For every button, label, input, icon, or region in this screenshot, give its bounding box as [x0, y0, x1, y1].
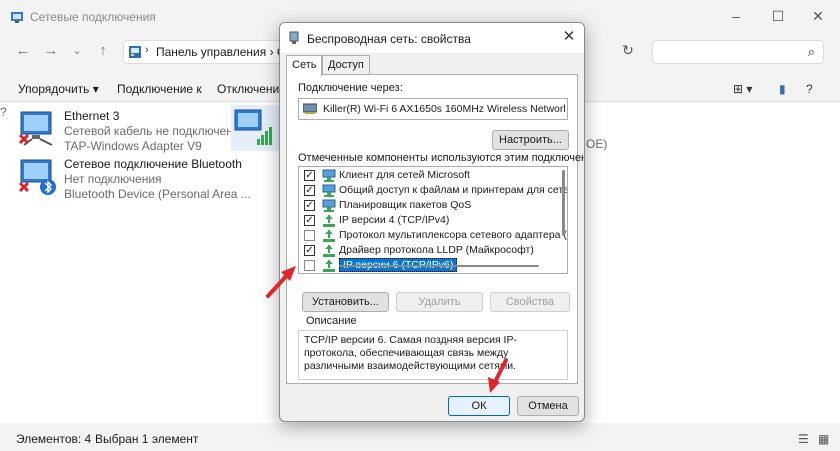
components-label: Отмеченные компоненты используются этим …: [298, 152, 585, 164]
maximize-icon[interactable]: ☐: [770, 8, 786, 24]
description-title: Описание: [304, 315, 359, 327]
component-checkbox[interactable]: ✓: [304, 200, 315, 211]
selection-count: Выбран 1 элемент: [95, 432, 199, 446]
network-service-icon: [322, 184, 336, 197]
component-checkbox[interactable]: ✓: [304, 215, 315, 226]
description-text: TCP/IP версии 6. Самая поздняя версия IP…: [304, 334, 517, 372]
search-icon: ⌕: [807, 44, 815, 59]
adapter-name: Killer(R) Wi-Fi 6 AX1650s 160MHz Wireles…: [323, 103, 565, 115]
remove-button[interactable]: Удалить: [396, 292, 483, 312]
connection-device: Bluetooth Device (Personal Area ...: [64, 187, 251, 201]
control-panel-icon: [129, 46, 141, 58]
configure-button[interactable]: Настроить...: [492, 130, 569, 150]
component-checkbox[interactable]: [304, 260, 315, 271]
network-adapter-icon: [289, 31, 299, 44]
refresh-icon[interactable]: ↻: [618, 42, 638, 62]
connection-status: Нет подключения: [64, 172, 162, 186]
dialog-title: Беспроводная сеть: свойства: [307, 32, 471, 46]
hidden-fragment: OE): [586, 137, 608, 151]
vertical-scrollbar[interactable]: [562, 170, 565, 236]
search-input[interactable]: ⌕: [652, 40, 824, 64]
connection-status: Сетевой кабель не подключен: [64, 124, 233, 138]
close-icon[interactable]: ✕: [810, 8, 826, 24]
components-list: ✓ Клиент для сетей Microsoft ✓ Общий дос…: [298, 166, 568, 274]
network-tab-panel: Подключение через: Killer(R) Wi-Fi 6 AX1…: [286, 74, 584, 384]
network-service-icon: [322, 199, 336, 212]
properties-button[interactable]: Свойства: [490, 292, 570, 312]
component-checkbox[interactable]: ✓: [304, 170, 315, 181]
ethernet-disconnected-icon: [18, 111, 53, 146]
up-arrow-icon[interactable]: ↑: [94, 42, 112, 60]
list-item-ethernet3[interactable]: Ethernet 3 Сетевой кабель не подключен T…: [18, 109, 238, 155]
disconnect-button[interactable]: Отключение: [217, 82, 286, 96]
details-view-icon[interactable]: ☰: [798, 432, 809, 446]
item-count: Элементов: 4: [16, 432, 92, 446]
network-folder-icon: [11, 12, 23, 23]
list-item-component[interactable]: ✓ Клиент для сетей Microsoft: [299, 168, 557, 183]
connect-to-button[interactable]: Подключение к: [117, 82, 202, 96]
component-checkbox[interactable]: [304, 230, 315, 241]
component-label: Протокол мультиплексора сетевого адаптер…: [339, 229, 568, 241]
list-item-component[interactable]: ✓ Драйвер протокола LLDP (Майкрософт): [299, 243, 557, 258]
window-title: Сетевые подключения: [30, 10, 156, 24]
component-label: IP версии 4 (TCP/IPv4): [339, 214, 450, 226]
component-label: Общий доступ к файлам и принтерам для се…: [339, 184, 568, 196]
bluetooth-network-icon: [18, 159, 56, 195]
breadcrumb-chevron-icon: ›: [145, 44, 149, 56]
list-item-component[interactable]: ✓ IP версии 4 (TCP/IPv4): [299, 213, 557, 228]
component-checkbox[interactable]: ✓: [304, 185, 315, 196]
list-item-component[interactable]: ✓ Общий доступ к файлам и принтерам для …: [299, 183, 567, 198]
wireless-network-icon: [234, 109, 272, 145]
status-bar: Элементов: 4 Выбран 1 элемент ☰ ▦: [0, 425, 840, 451]
list-item-bluetooth[interactable]: Сетевое подключение Bluetooth Нет подклю…: [18, 157, 251, 203]
forward-arrow-icon[interactable]: →: [42, 42, 60, 60]
preview-pane-icon[interactable]: ▮: [779, 82, 786, 96]
annotation-arrow-icon: [266, 266, 296, 298]
connection-name: Ethernet 3: [64, 109, 120, 123]
list-item-component[interactable]: ✓ Планировщик пакетов QoS: [299, 198, 557, 213]
tiles-view-icon[interactable]: ▦: [818, 432, 829, 446]
network-card-icon: [303, 103, 317, 114]
component-label: Планировщик пакетов QoS: [339, 199, 472, 211]
protocol-icon: [323, 215, 335, 227]
list-item-wireless[interactable]: [231, 105, 279, 151]
address-bar[interactable]: › Панель управления › С: [123, 40, 286, 64]
view-options-icon[interactable]: ⊞ ▾: [733, 82, 752, 96]
connection-name: Сетевое подключение Bluetooth: [64, 157, 242, 171]
horizontal-scrollbar[interactable]: [339, 265, 539, 267]
breadcrumb: Панель управления › С: [156, 45, 286, 59]
component-label: Драйвер протокола LLDP (Майкрософт): [339, 244, 534, 256]
protocol-icon: [323, 245, 335, 257]
network-client-icon: [322, 169, 336, 182]
protocol-icon: [323, 230, 335, 242]
back-arrow-icon[interactable]: ←: [14, 42, 32, 60]
install-button[interactable]: Установить...: [302, 292, 389, 312]
adapter-field: Killer(R) Wi-Fi 6 AX1650s 160MHz Wireles…: [298, 98, 568, 120]
recent-chevron-icon[interactable]: ⌄: [68, 42, 86, 60]
help-icon[interactable]: ?: [806, 82, 813, 96]
annotation-arrow-icon: [488, 358, 508, 393]
tab-sharing[interactable]: Доступ: [322, 55, 370, 75]
minimize-icon[interactable]: –: [728, 8, 744, 24]
hidden-fragment: ?: [0, 105, 7, 119]
wireless-properties-dialog: Беспроводная сеть: свойства ✕ Сеть Досту…: [279, 22, 585, 422]
component-checkbox[interactable]: ✓: [304, 245, 315, 256]
component-label: Клиент для сетей Microsoft: [339, 169, 470, 181]
list-item-component[interactable]: Протокол мультиплексора сетевого адаптер…: [299, 228, 567, 243]
cancel-button[interactable]: Отмена: [517, 396, 579, 416]
protocol-icon: [323, 260, 335, 272]
connect-using-label: Подключение через:: [298, 82, 403, 94]
dialog-titlebar: Беспроводная сеть: свойства ✕: [280, 23, 584, 53]
dialog-close-icon[interactable]: ✕: [560, 28, 578, 46]
organize-button[interactable]: Упорядочить ▾: [18, 82, 99, 96]
tab-network[interactable]: Сеть: [286, 55, 323, 76]
ok-button[interactable]: ОК: [448, 396, 510, 416]
connection-device: TAP-Windows Adapter V9: [64, 139, 202, 153]
